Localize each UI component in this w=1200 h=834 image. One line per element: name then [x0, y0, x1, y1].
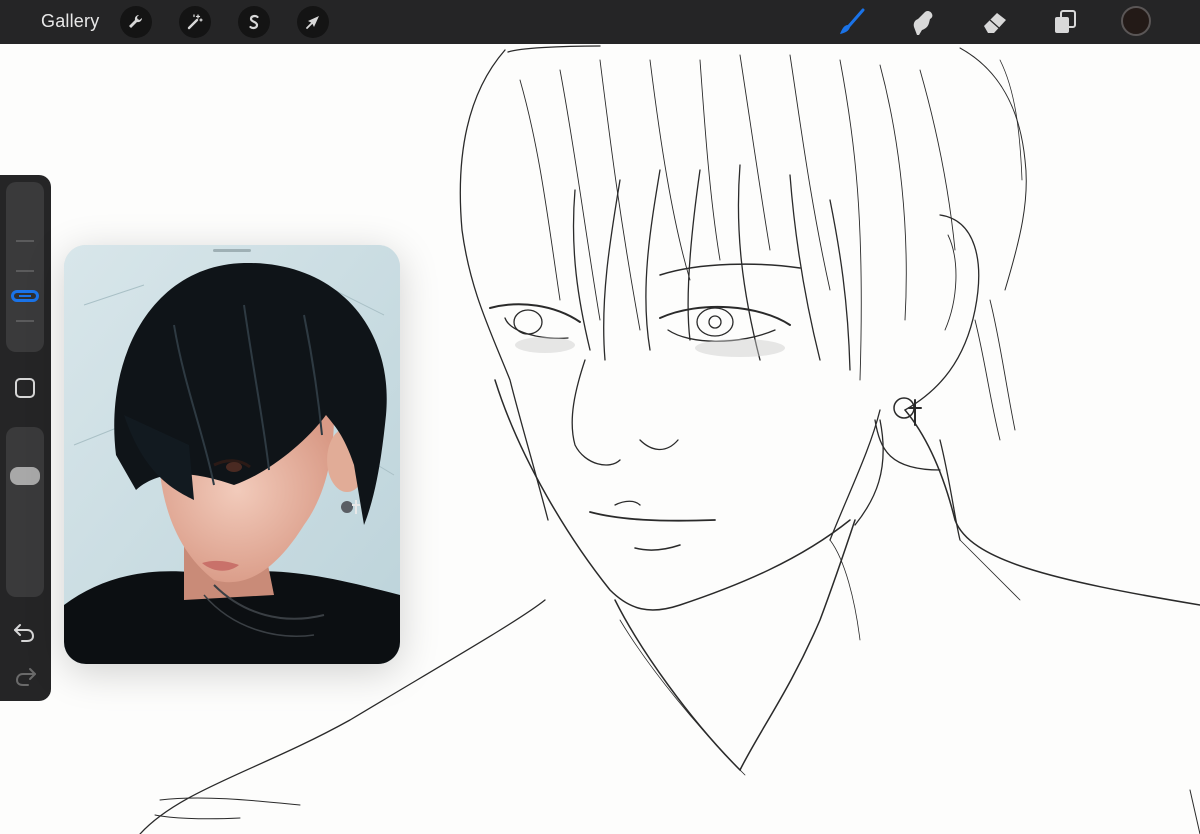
smudge-finger-icon — [913, 10, 933, 35]
undo-icon — [14, 624, 35, 642]
brush-opacity-thumb[interactable] — [10, 467, 40, 485]
smudge-tool-button[interactable] — [907, 7, 937, 37]
selection-s-icon — [249, 14, 259, 30]
layers-icon — [1055, 10, 1076, 33]
square-modify-icon[interactable] — [15, 378, 35, 398]
wrench-icon — [129, 14, 143, 28]
slider-tick — [16, 320, 34, 322]
undo-button[interactable] — [12, 621, 38, 643]
brush-opacity-slider[interactable] — [6, 427, 44, 597]
top-toolbar: Gallery — [0, 0, 1200, 44]
slider-tick — [16, 240, 34, 242]
brush-size-slider[interactable] — [6, 182, 44, 352]
redo-button[interactable] — [12, 665, 38, 687]
gallery-button[interactable]: Gallery — [41, 11, 99, 32]
selection-button[interactable] — [238, 6, 270, 38]
adjustments-button[interactable] — [179, 6, 211, 38]
brush-tool-button[interactable] — [837, 7, 867, 37]
reference-photo — [64, 245, 400, 664]
eraser-tool-button[interactable] — [980, 7, 1010, 37]
layers-button[interactable] — [1050, 7, 1080, 37]
arrow-cursor-icon — [306, 16, 319, 29]
slider-tick — [16, 270, 34, 272]
left-sidebar — [0, 175, 51, 701]
magic-wand-icon — [187, 14, 203, 30]
redo-icon — [15, 668, 36, 686]
reference-window[interactable] — [64, 245, 400, 664]
actions-button[interactable] — [120, 6, 152, 38]
window-grabber[interactable] — [213, 249, 251, 252]
brush-icon — [840, 8, 865, 34]
brush-size-thumb[interactable] — [11, 290, 39, 302]
transform-button[interactable] — [297, 6, 329, 38]
color-picker-swatch[interactable] — [1121, 6, 1151, 36]
eraser-icon — [984, 13, 1006, 33]
